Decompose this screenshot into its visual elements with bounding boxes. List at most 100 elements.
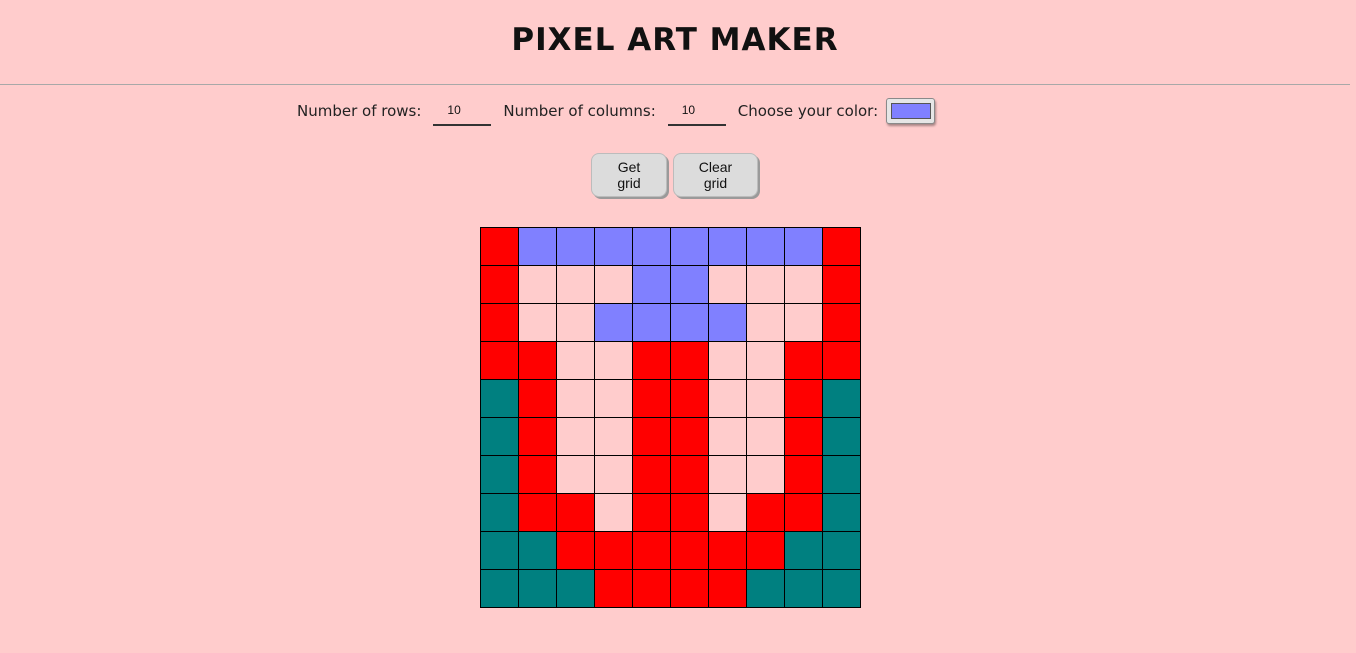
pixel-cell[interactable] — [708, 227, 747, 266]
pixel-cell[interactable] — [480, 531, 519, 570]
pixel-cell[interactable] — [822, 265, 861, 304]
pixel-cell[interactable] — [746, 531, 785, 570]
pixel-cell[interactable] — [670, 417, 709, 456]
pixel-cell[interactable] — [822, 493, 861, 532]
pixel-cell[interactable] — [480, 493, 519, 532]
pixel-cell[interactable] — [670, 227, 709, 266]
pixel-cell[interactable] — [556, 265, 595, 304]
pixel-cell[interactable] — [480, 265, 519, 304]
pixel-cell[interactable] — [556, 531, 595, 570]
pixel-cell[interactable] — [594, 417, 633, 456]
pixel-cell[interactable] — [594, 493, 633, 532]
pixel-cell[interactable] — [594, 341, 633, 380]
pixel-cell[interactable] — [708, 379, 747, 418]
pixel-cell[interactable] — [822, 417, 861, 456]
clear-grid-button[interactable]: Clear grid — [673, 153, 758, 197]
rows-input[interactable] — [433, 100, 492, 126]
pixel-cell[interactable] — [670, 265, 709, 304]
pixel-cell[interactable] — [746, 265, 785, 304]
pixel-cell[interactable] — [556, 417, 595, 456]
pixel-cell[interactable] — [518, 417, 557, 456]
pixel-cell[interactable] — [822, 303, 861, 342]
pixel-cell[interactable] — [708, 265, 747, 304]
pixel-cell[interactable] — [822, 227, 861, 266]
pixel-cell[interactable] — [784, 531, 823, 570]
pixel-cell[interactable] — [632, 455, 671, 494]
pixel-cell[interactable] — [632, 531, 671, 570]
pixel-cell[interactable] — [480, 379, 519, 418]
pixel-cell[interactable] — [784, 265, 823, 304]
pixel-cell[interactable] — [708, 493, 747, 532]
pixel-cell[interactable] — [746, 417, 785, 456]
pixel-cell[interactable] — [594, 265, 633, 304]
pixel-cell[interactable] — [632, 569, 671, 608]
pixel-cell[interactable] — [670, 379, 709, 418]
pixel-cell[interactable] — [784, 569, 823, 608]
pixel-cell[interactable] — [480, 303, 519, 342]
pixel-cell[interactable] — [670, 455, 709, 494]
color-picker[interactable] — [886, 98, 936, 124]
pixel-cell[interactable] — [632, 265, 671, 304]
pixel-cell[interactable] — [518, 303, 557, 342]
pixel-cell[interactable] — [518, 227, 557, 266]
pixel-cell[interactable] — [746, 341, 785, 380]
pixel-cell[interactable] — [518, 531, 557, 570]
pixel-cell[interactable] — [556, 493, 595, 532]
pixel-cell[interactable] — [708, 303, 747, 342]
pixel-cell[interactable] — [784, 417, 823, 456]
pixel-cell[interactable] — [632, 227, 671, 266]
pixel-cell[interactable] — [708, 455, 747, 494]
pixel-cell[interactable] — [594, 531, 633, 570]
pixel-cell[interactable] — [670, 493, 709, 532]
pixel-cell[interactable] — [670, 569, 709, 608]
pixel-cell[interactable] — [784, 455, 823, 494]
pixel-cell[interactable] — [822, 341, 861, 380]
pixel-cell[interactable] — [480, 227, 519, 266]
pixel-cell[interactable] — [822, 531, 861, 570]
pixel-cell[interactable] — [632, 493, 671, 532]
pixel-cell[interactable] — [594, 455, 633, 494]
pixel-cell[interactable] — [556, 341, 595, 380]
pixel-cell[interactable] — [556, 379, 595, 418]
pixel-cell[interactable] — [480, 569, 519, 608]
pixel-cell[interactable] — [480, 455, 519, 494]
pixel-cell[interactable] — [480, 417, 519, 456]
pixel-cell[interactable] — [708, 417, 747, 456]
pixel-cell[interactable] — [594, 227, 633, 266]
pixel-cell[interactable] — [556, 303, 595, 342]
pixel-cell[interactable] — [556, 227, 595, 266]
pixel-cell[interactable] — [594, 303, 633, 342]
pixel-cell[interactable] — [594, 379, 633, 418]
columns-input[interactable] — [667, 100, 726, 126]
pixel-cell[interactable] — [632, 341, 671, 380]
pixel-cell[interactable] — [708, 569, 747, 608]
pixel-cell[interactable] — [670, 531, 709, 570]
pixel-cell[interactable] — [632, 417, 671, 456]
pixel-cell[interactable] — [746, 455, 785, 494]
get-grid-button[interactable]: Get grid — [591, 153, 667, 197]
pixel-cell[interactable] — [822, 569, 861, 608]
pixel-cell[interactable] — [746, 569, 785, 608]
pixel-cell[interactable] — [670, 341, 709, 380]
pixel-cell[interactable] — [746, 227, 785, 266]
pixel-cell[interactable] — [670, 303, 709, 342]
pixel-cell[interactable] — [784, 493, 823, 532]
pixel-cell[interactable] — [708, 341, 747, 380]
pixel-cell[interactable] — [822, 379, 861, 418]
pixel-cell[interactable] — [784, 379, 823, 418]
pixel-cell[interactable] — [632, 379, 671, 418]
pixel-cell[interactable] — [746, 303, 785, 342]
pixel-cell[interactable] — [518, 341, 557, 380]
pixel-cell[interactable] — [518, 265, 557, 304]
pixel-cell[interactable] — [784, 341, 823, 380]
pixel-cell[interactable] — [518, 455, 557, 494]
pixel-cell[interactable] — [746, 379, 785, 418]
pixel-cell[interactable] — [480, 341, 519, 380]
pixel-cell[interactable] — [784, 303, 823, 342]
pixel-cell[interactable] — [708, 531, 747, 570]
pixel-cell[interactable] — [518, 493, 557, 532]
pixel-cell[interactable] — [822, 455, 861, 494]
pixel-cell[interactable] — [632, 303, 671, 342]
pixel-cell[interactable] — [556, 455, 595, 494]
pixel-cell[interactable] — [784, 227, 823, 266]
